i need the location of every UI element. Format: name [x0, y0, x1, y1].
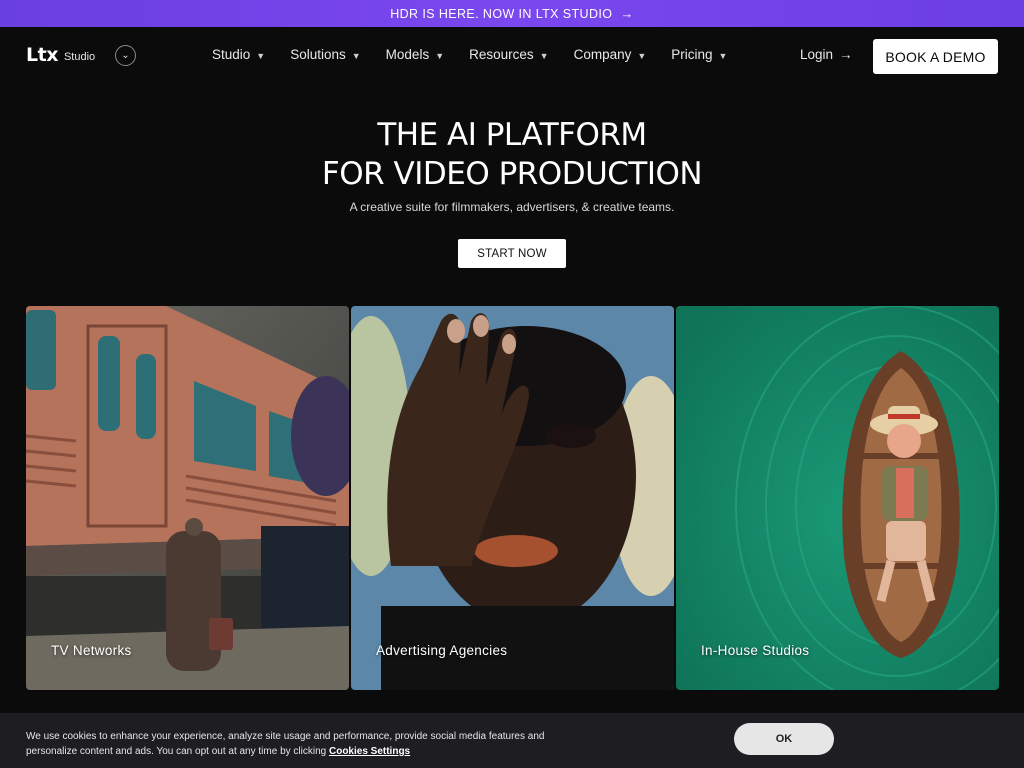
main-menu: Studio ▼ Solutions ▼ Models ▼ Resources … [212, 47, 752, 62]
start-now-button[interactable]: START NOW [458, 239, 566, 268]
banner-text[interactable]: HDR IS HERE. NOW IN LTX STUDIO [390, 7, 612, 21]
chevron-down-icon: ▼ [539, 50, 549, 61]
book-demo-button[interactable]: BOOK A DEMO [873, 39, 998, 74]
portrait-image [351, 306, 674, 690]
card-label: TV Networks [51, 643, 132, 658]
nav-label: Studio [212, 47, 251, 62]
nav-item-pricing[interactable]: Pricing ▼ [671, 47, 727, 62]
chevron-down-icon: ▼ [351, 50, 361, 61]
nav-item-resources[interactable]: Resources ▼ [469, 47, 548, 62]
hero-subtitle: A creative suite for filmmakers, adverti… [349, 200, 675, 214]
announcement-banner[interactable]: HDR IS HERE. NOW IN LTX STUDIO → [0, 0, 1024, 27]
card-label: Advertising Agencies [376, 643, 508, 658]
nav-item-studio[interactable]: Studio ▼ [212, 47, 265, 62]
nav-item-solutions[interactable]: Solutions ▼ [290, 47, 360, 62]
chevron-down-icon: ▼ [637, 50, 647, 61]
hero-title: THE AI PLATFORM FOR VIDEO PRODUCTION [0, 116, 1024, 194]
nav-label: Solutions [290, 47, 346, 62]
cookie-banner: We use cookies to enhance your experienc… [0, 713, 1024, 768]
chevron-down-icon: ▼ [435, 50, 445, 61]
cookie-text: We use cookies to enhance your experienc… [26, 729, 586, 759]
logo-sub: Studio [63, 51, 96, 63]
chevron-down-icon[interactable]: ⌄ [115, 45, 136, 66]
nav-label: Pricing [671, 47, 713, 62]
chevron-down-icon: ▼ [256, 50, 266, 61]
arrow-right-icon: → [620, 6, 634, 21]
cookie-message: We use cookies to enhance your experienc… [26, 731, 545, 757]
nav-label: Resources [469, 47, 534, 62]
login-link[interactable]: Login → [800, 47, 853, 62]
login-label: Login [800, 47, 834, 62]
card-label: In-House Studios [701, 643, 810, 658]
cookies-settings-link[interactable]: Cookies Settings [329, 746, 410, 757]
hero-title-line1: THE AI PLATFORM [377, 117, 647, 153]
nav-item-models[interactable]: Models ▼ [386, 47, 444, 62]
arrow-right-icon: → [839, 47, 853, 62]
top-nav: Ltx Studio ⌄ Studio ▼ Solutions ▼ Models… [0, 27, 1024, 85]
boat-image [676, 306, 999, 690]
card-advertising-agencies[interactable]: Advertising Agencies [351, 306, 674, 690]
hero-title-line2: FOR VIDEO PRODUCTION [321, 156, 703, 192]
nav-label: Models [385, 47, 430, 62]
logo-mark: Ltx [26, 44, 58, 66]
cookie-ok-button[interactable]: OK [734, 723, 834, 755]
nav-item-company[interactable]: Company ▼ [574, 47, 647, 62]
chevron-down-icon: ▼ [718, 50, 728, 61]
logo[interactable]: Ltx Studio [26, 44, 96, 66]
card-tv-networks[interactable]: TV Networks [26, 306, 349, 690]
nav-label: Company [573, 47, 632, 62]
train-platform-image [26, 306, 349, 690]
card-in-house-studios[interactable]: In-House Studios [676, 306, 999, 690]
